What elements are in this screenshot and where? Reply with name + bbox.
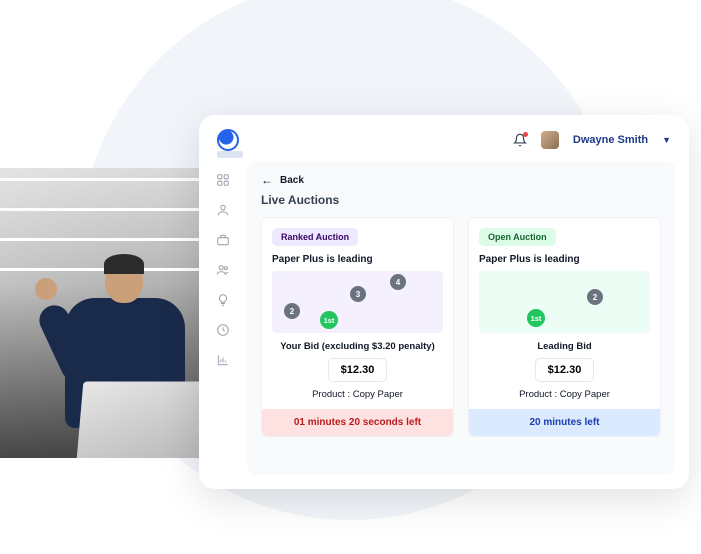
avatar[interactable] bbox=[541, 131, 559, 149]
chevron-down-icon[interactable]: ▼ bbox=[662, 135, 671, 145]
leading-text: Paper Plus is leading bbox=[272, 254, 443, 265]
rank-bubble-first: 1st bbox=[320, 311, 338, 329]
arrow-left-icon: ← bbox=[261, 173, 273, 187]
time-remaining: 01 minutes 20 seconds left bbox=[262, 409, 453, 436]
notifications-icon[interactable] bbox=[513, 133, 527, 147]
time-remaining: 20 minutes left bbox=[469, 409, 660, 436]
user-icon[interactable] bbox=[216, 203, 230, 217]
rank-visualization: 2 1st bbox=[479, 271, 650, 333]
rank-bubble-3: 3 bbox=[350, 286, 366, 302]
back-button[interactable]: ← Back bbox=[261, 173, 661, 187]
bid-label: Your Bid (excluding $3.20 penalty) bbox=[272, 341, 443, 352]
dashboard-icon[interactable] bbox=[216, 173, 230, 187]
notification-badge bbox=[523, 132, 528, 137]
users-icon[interactable] bbox=[216, 263, 230, 277]
bid-price[interactable]: $12.30 bbox=[328, 358, 388, 382]
bid-label: Leading Bid bbox=[479, 341, 650, 352]
bid-price[interactable]: $12.30 bbox=[535, 358, 595, 382]
username-label[interactable]: Dwayne Smith bbox=[573, 134, 648, 146]
page-title: Live Auctions bbox=[261, 193, 661, 207]
product-label: Product : Copy Paper bbox=[479, 389, 650, 400]
rank-bubble-2: 2 bbox=[587, 289, 603, 305]
clock-icon[interactable] bbox=[216, 323, 230, 337]
hero-photo bbox=[0, 168, 230, 458]
auction-card-ranked[interactable]: Ranked Auction Paper Plus is leading 2 3… bbox=[261, 217, 454, 437]
product-label: Product : Copy Paper bbox=[272, 389, 443, 400]
rank-bubble-first: 1st bbox=[527, 309, 545, 327]
app-header: Dwayne Smith ▼ bbox=[199, 115, 689, 161]
leading-text: Paper Plus is leading bbox=[479, 254, 650, 265]
chart-icon[interactable] bbox=[216, 353, 230, 367]
rank-bubble-4: 4 bbox=[390, 274, 406, 290]
sidebar bbox=[199, 161, 247, 489]
rank-bubble-2: 2 bbox=[284, 303, 300, 319]
auction-card-open[interactable]: Open Auction Paper Plus is leading 2 1st… bbox=[468, 217, 661, 437]
rank-visualization: 2 3 4 1st bbox=[272, 271, 443, 333]
auction-type-badge: Open Auction bbox=[479, 228, 556, 246]
logo[interactable] bbox=[217, 129, 239, 151]
auction-type-badge: Ranked Auction bbox=[272, 228, 358, 246]
app-window: Dwayne Smith ▼ ← Back Live Auctions Rank… bbox=[199, 115, 689, 489]
main-panel: ← Back Live Auctions Ranked Auction Pape… bbox=[247, 161, 675, 475]
idea-icon[interactable] bbox=[216, 293, 230, 307]
back-label: Back bbox=[280, 175, 304, 186]
briefcase-icon[interactable] bbox=[216, 233, 230, 247]
